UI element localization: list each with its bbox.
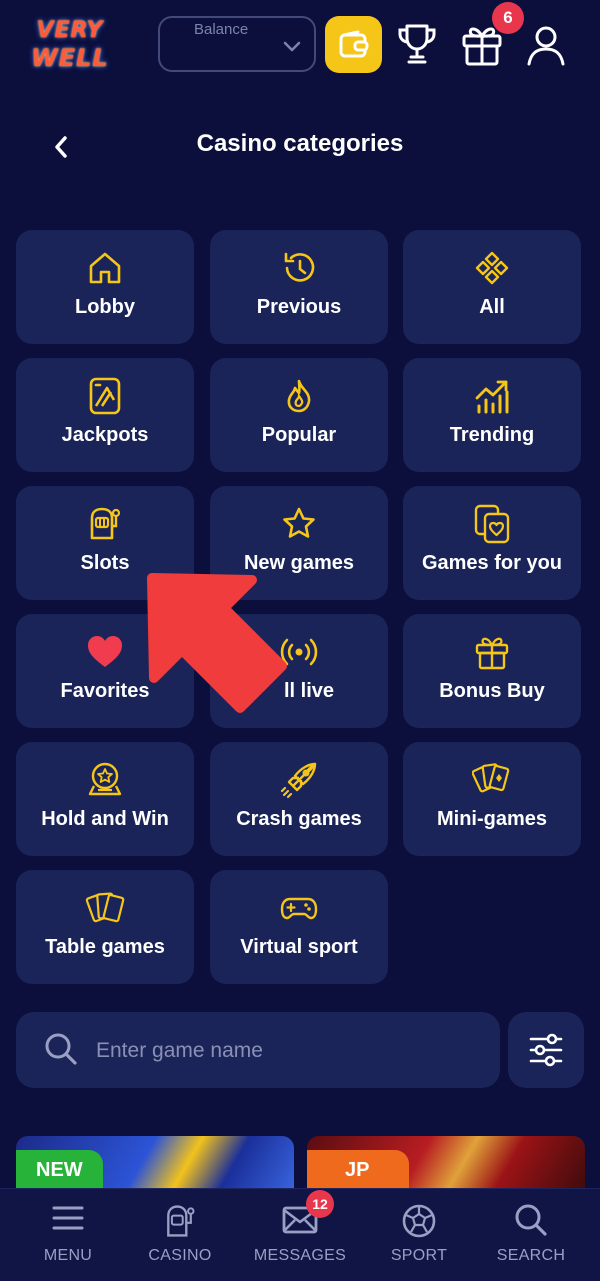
nav-label: CASINO <box>148 1247 212 1264</box>
new-tag: NEW <box>16 1150 103 1190</box>
messages-notification-badge: 12 <box>306 1190 334 1218</box>
filter-button[interactable] <box>508 1012 584 1088</box>
balance-dropdown[interactable]: Balance <box>158 16 316 72</box>
category-live[interactable]: ll live <box>210 614 388 728</box>
page-title: Casino categories <box>196 130 404 157</box>
home-icon <box>89 252 121 284</box>
gift-box-icon <box>475 637 509 670</box>
jackpot-tag: JP <box>307 1150 410 1190</box>
category-bonus-buy[interactable]: Bonus Buy <box>403 614 581 728</box>
star-icon <box>283 507 315 538</box>
trending-chart-icon <box>475 380 509 414</box>
category-favorites[interactable]: Favorites <box>16 614 194 728</box>
search-icon <box>45 1033 77 1065</box>
category-label: Games for you <box>421 552 563 574</box>
balance-label: Balance <box>194 21 249 38</box>
trophy-icon[interactable] <box>396 22 438 66</box>
user-icon[interactable] <box>525 24 567 66</box>
gift-notification-badge: 6 <box>492 2 524 34</box>
search-icon <box>515 1204 547 1236</box>
heart-cards-icon <box>474 504 510 544</box>
category-label: Hold and Win <box>41 808 169 830</box>
category-popular[interactable]: Popular <box>210 358 388 472</box>
slot-machine-icon <box>90 507 121 540</box>
category-label: Slots <box>80 552 130 574</box>
rocket-icon <box>280 762 317 799</box>
game-search-bar[interactable] <box>16 1012 500 1088</box>
nav-menu[interactable]: MENU <box>8 1189 128 1281</box>
game-banner-new[interactable]: NEW <box>16 1136 294 1196</box>
nav-label: MESSAGES <box>253 1247 347 1264</box>
nav-label: MENU <box>43 1247 93 1264</box>
card-fan-icon <box>472 763 510 793</box>
medal-icon <box>88 762 122 796</box>
logo-line-2: WELL <box>31 44 109 72</box>
category-games-for-you[interactable]: Games for you <box>403 486 581 600</box>
wallet-button[interactable] <box>325 16 382 73</box>
heart-icon <box>88 636 122 667</box>
category-label: Popular <box>261 424 337 446</box>
broadcast-icon <box>280 638 318 666</box>
category-label: Trending <box>449 424 535 446</box>
category-lobby[interactable]: Lobby <box>16 230 194 344</box>
category-label: Mini-games <box>436 808 548 830</box>
diamonds-icon <box>475 251 509 285</box>
nav-casino[interactable]: CASINO <box>120 1189 240 1281</box>
very-well-logo[interactable]: VERY WELL <box>22 12 118 78</box>
sliders-icon <box>529 1033 563 1067</box>
category-trending[interactable]: Trending <box>403 358 581 472</box>
logo-line-1: VERY <box>36 18 104 43</box>
category-label: Bonus Buy <box>439 680 545 702</box>
category-label: ll live <box>283 680 335 702</box>
playing-cards-icon <box>85 892 125 923</box>
nav-label: SPORT <box>390 1247 448 1264</box>
category-label: All <box>479 296 505 318</box>
category-label: Favorites <box>60 680 150 702</box>
bottom-navigation: MENU CASINO MESSAGES SPORT SEARCH <box>0 1188 600 1281</box>
category-label: Previous <box>256 296 342 318</box>
history-icon <box>284 252 315 282</box>
search-input[interactable] <box>94 1030 478 1072</box>
category-jackpots[interactable]: Jackpots <box>16 358 194 472</box>
category-crash-games[interactable]: Crash games <box>210 742 388 856</box>
nav-label: SEARCH <box>496 1247 566 1264</box>
category-label: Virtual sport <box>240 936 358 958</box>
category-mini-games[interactable]: Mini-games <box>403 742 581 856</box>
wallet-icon <box>339 30 368 57</box>
category-all[interactable]: All <box>403 230 581 344</box>
soccer-ball-icon <box>402 1204 436 1238</box>
category-label: New games <box>243 552 355 574</box>
category-hold-and-win[interactable]: Hold and Win <box>16 742 194 856</box>
top-header: VERY WELL Balance 6 <box>0 0 600 92</box>
slot-machine-icon <box>167 1205 195 1237</box>
category-new-games[interactable]: New games <box>210 486 388 600</box>
category-slots[interactable]: Slots <box>16 486 194 600</box>
category-grid: Lobby Previous All Jackpots Popular Tren… <box>16 230 582 986</box>
category-virtual-sport[interactable]: Virtual sport <box>210 870 388 984</box>
game-banner-jackpot[interactable]: JP <box>307 1136 585 1196</box>
nav-sport[interactable]: SPORT <box>359 1189 479 1281</box>
category-label: Lobby <box>75 296 135 318</box>
jackpot-card-icon <box>89 377 121 415</box>
chevron-down-icon <box>283 41 301 52</box>
category-label: Table games <box>45 936 165 958</box>
menu-icon <box>52 1206 84 1230</box>
category-table-games[interactable]: Table games <box>16 870 194 984</box>
nav-search[interactable]: SEARCH <box>471 1189 591 1281</box>
gamepad-icon <box>280 897 318 920</box>
category-label: Crash games <box>236 808 362 830</box>
flame-icon <box>287 379 311 413</box>
category-previous[interactable]: Previous <box>210 230 388 344</box>
category-label: Jackpots <box>61 424 149 446</box>
nav-messages[interactable]: MESSAGES <box>240 1189 360 1281</box>
